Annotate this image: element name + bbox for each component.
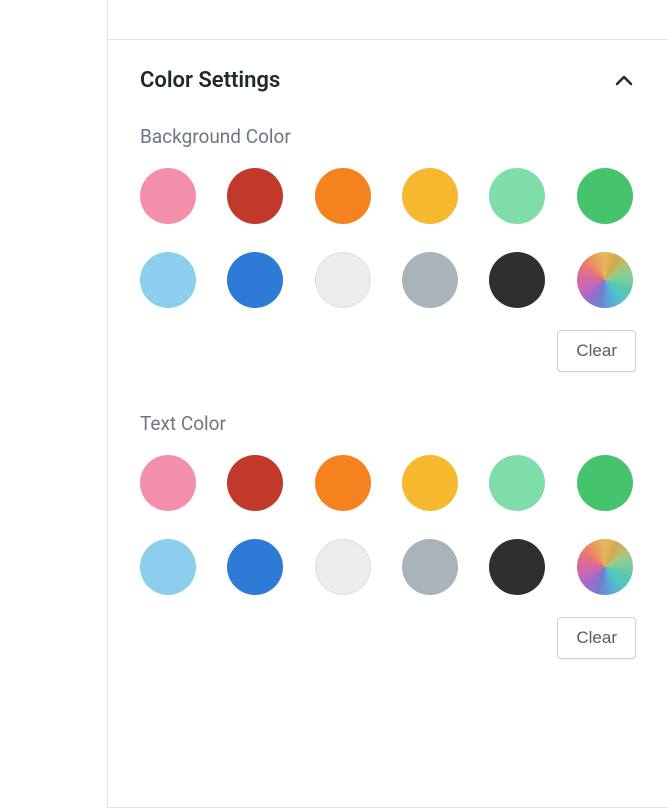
swatch-orange[interactable] (315, 168, 371, 224)
swatch-light-gray[interactable] (315, 252, 371, 308)
swatch-gray[interactable] (402, 539, 458, 595)
swatch-pink[interactable] (140, 455, 196, 511)
background-color-label: Background Color (140, 125, 636, 148)
background-clear-button[interactable]: Clear (557, 330, 636, 372)
swatch-red[interactable] (227, 455, 283, 511)
left-gutter (0, 0, 108, 808)
swatch-light-gray[interactable] (315, 539, 371, 595)
swatch-custom-color[interactable] (577, 252, 633, 308)
swatch-custom-color[interactable] (577, 539, 633, 595)
panel-title: Color Settings (140, 68, 280, 93)
swatch-green[interactable] (577, 168, 633, 224)
text-color-swatches (140, 455, 636, 595)
swatch-amber[interactable] (402, 455, 458, 511)
swatch-light-blue[interactable] (140, 252, 196, 308)
color-settings-panel: Color Settings Background Color Clear Te… (108, 0, 668, 808)
swatch-green[interactable] (577, 455, 633, 511)
swatch-light-blue[interactable] (140, 539, 196, 595)
text-color-label: Text Color (140, 412, 636, 435)
swatch-pink[interactable] (140, 168, 196, 224)
text-clear-row: Clear (140, 617, 636, 659)
swatch-mint[interactable] (489, 455, 545, 511)
swatch-mint[interactable] (489, 168, 545, 224)
swatch-black[interactable] (489, 252, 545, 308)
swatch-black[interactable] (489, 539, 545, 595)
swatch-blue[interactable] (227, 252, 283, 308)
color-settings-toggle[interactable]: Color Settings (140, 68, 636, 93)
panel-body: Color Settings Background Color Clear Te… (108, 40, 668, 808)
swatch-orange[interactable] (315, 455, 371, 511)
background-clear-row: Clear (140, 330, 636, 372)
swatch-red[interactable] (227, 168, 283, 224)
chevron-up-icon (612, 69, 636, 93)
background-color-swatches (140, 168, 636, 308)
swatch-amber[interactable] (402, 168, 458, 224)
swatch-blue[interactable] (227, 539, 283, 595)
panel-top-spacer (108, 0, 668, 40)
swatch-gray[interactable] (402, 252, 458, 308)
text-clear-button[interactable]: Clear (557, 617, 636, 659)
